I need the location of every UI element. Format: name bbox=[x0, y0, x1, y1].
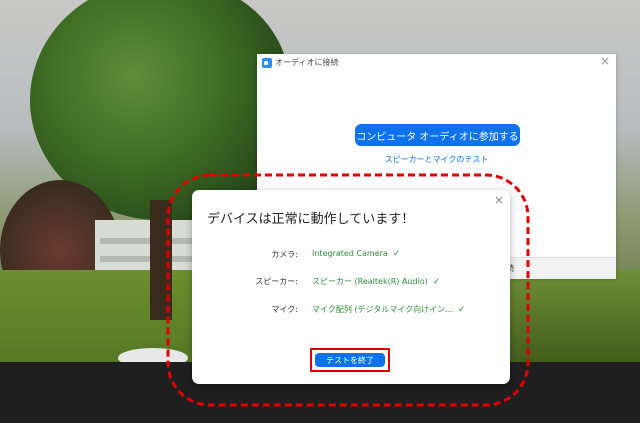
mic-label: マイク: bbox=[271, 305, 298, 314]
device-test-dialog: × デバイスは正常に動作しています！ カメラ: Integrated Camer… bbox=[192, 190, 510, 384]
speaker-value: スピーカー (Realtek(R) Audio) ✓ bbox=[312, 276, 440, 287]
bushes bbox=[510, 270, 640, 362]
check-icon: ✓ bbox=[432, 277, 441, 287]
speaker-label: スピーカー: bbox=[255, 277, 298, 286]
speaker-row: スピーカー: スピーカー (Realtek(R) Audio) ✓ bbox=[192, 276, 510, 290]
check-icon: ✓ bbox=[392, 249, 401, 259]
join-audio-title: オーディオに接続 bbox=[275, 58, 339, 67]
close-icon[interactable]: × bbox=[600, 54, 610, 68]
check-icon: ✓ bbox=[457, 305, 466, 315]
camera-value: Integrated Camera ✓ bbox=[312, 249, 400, 259]
mic-value: マイク配列 (デジタルマイク向けイン... ✓ bbox=[312, 304, 465, 315]
mic-value-text: マイク配列 (デジタルマイク向けイン... bbox=[312, 305, 453, 314]
end-test-button[interactable]: テストを終了 bbox=[315, 353, 385, 367]
dialog-heading: デバイスは正常に動作しています！ bbox=[207, 212, 415, 227]
close-icon[interactable]: × bbox=[494, 193, 504, 207]
join-audio-titlebar: オーディオに接続 × bbox=[257, 54, 616, 72]
test-speaker-mic-link[interactable]: スピーカーとマイクのテスト bbox=[257, 154, 616, 165]
end-test-highlight: テストを終了 bbox=[310, 348, 390, 372]
white-object bbox=[118, 348, 188, 362]
mic-row: マイク: マイク配列 (デジタルマイク向けイン... ✓ bbox=[192, 304, 510, 318]
join-computer-audio-button[interactable]: コンピュータ オーディオに参加する bbox=[355, 124, 520, 146]
camera-value-text: Integrated Camera bbox=[312, 249, 388, 258]
camera-label: カメラ: bbox=[271, 250, 298, 259]
zoom-icon bbox=[262, 58, 272, 68]
camera-row: カメラ: Integrated Camera ✓ bbox=[192, 249, 510, 263]
tree-trunk bbox=[150, 200, 172, 320]
speaker-value-text: スピーカー (Realtek(R) Audio) bbox=[312, 277, 428, 286]
